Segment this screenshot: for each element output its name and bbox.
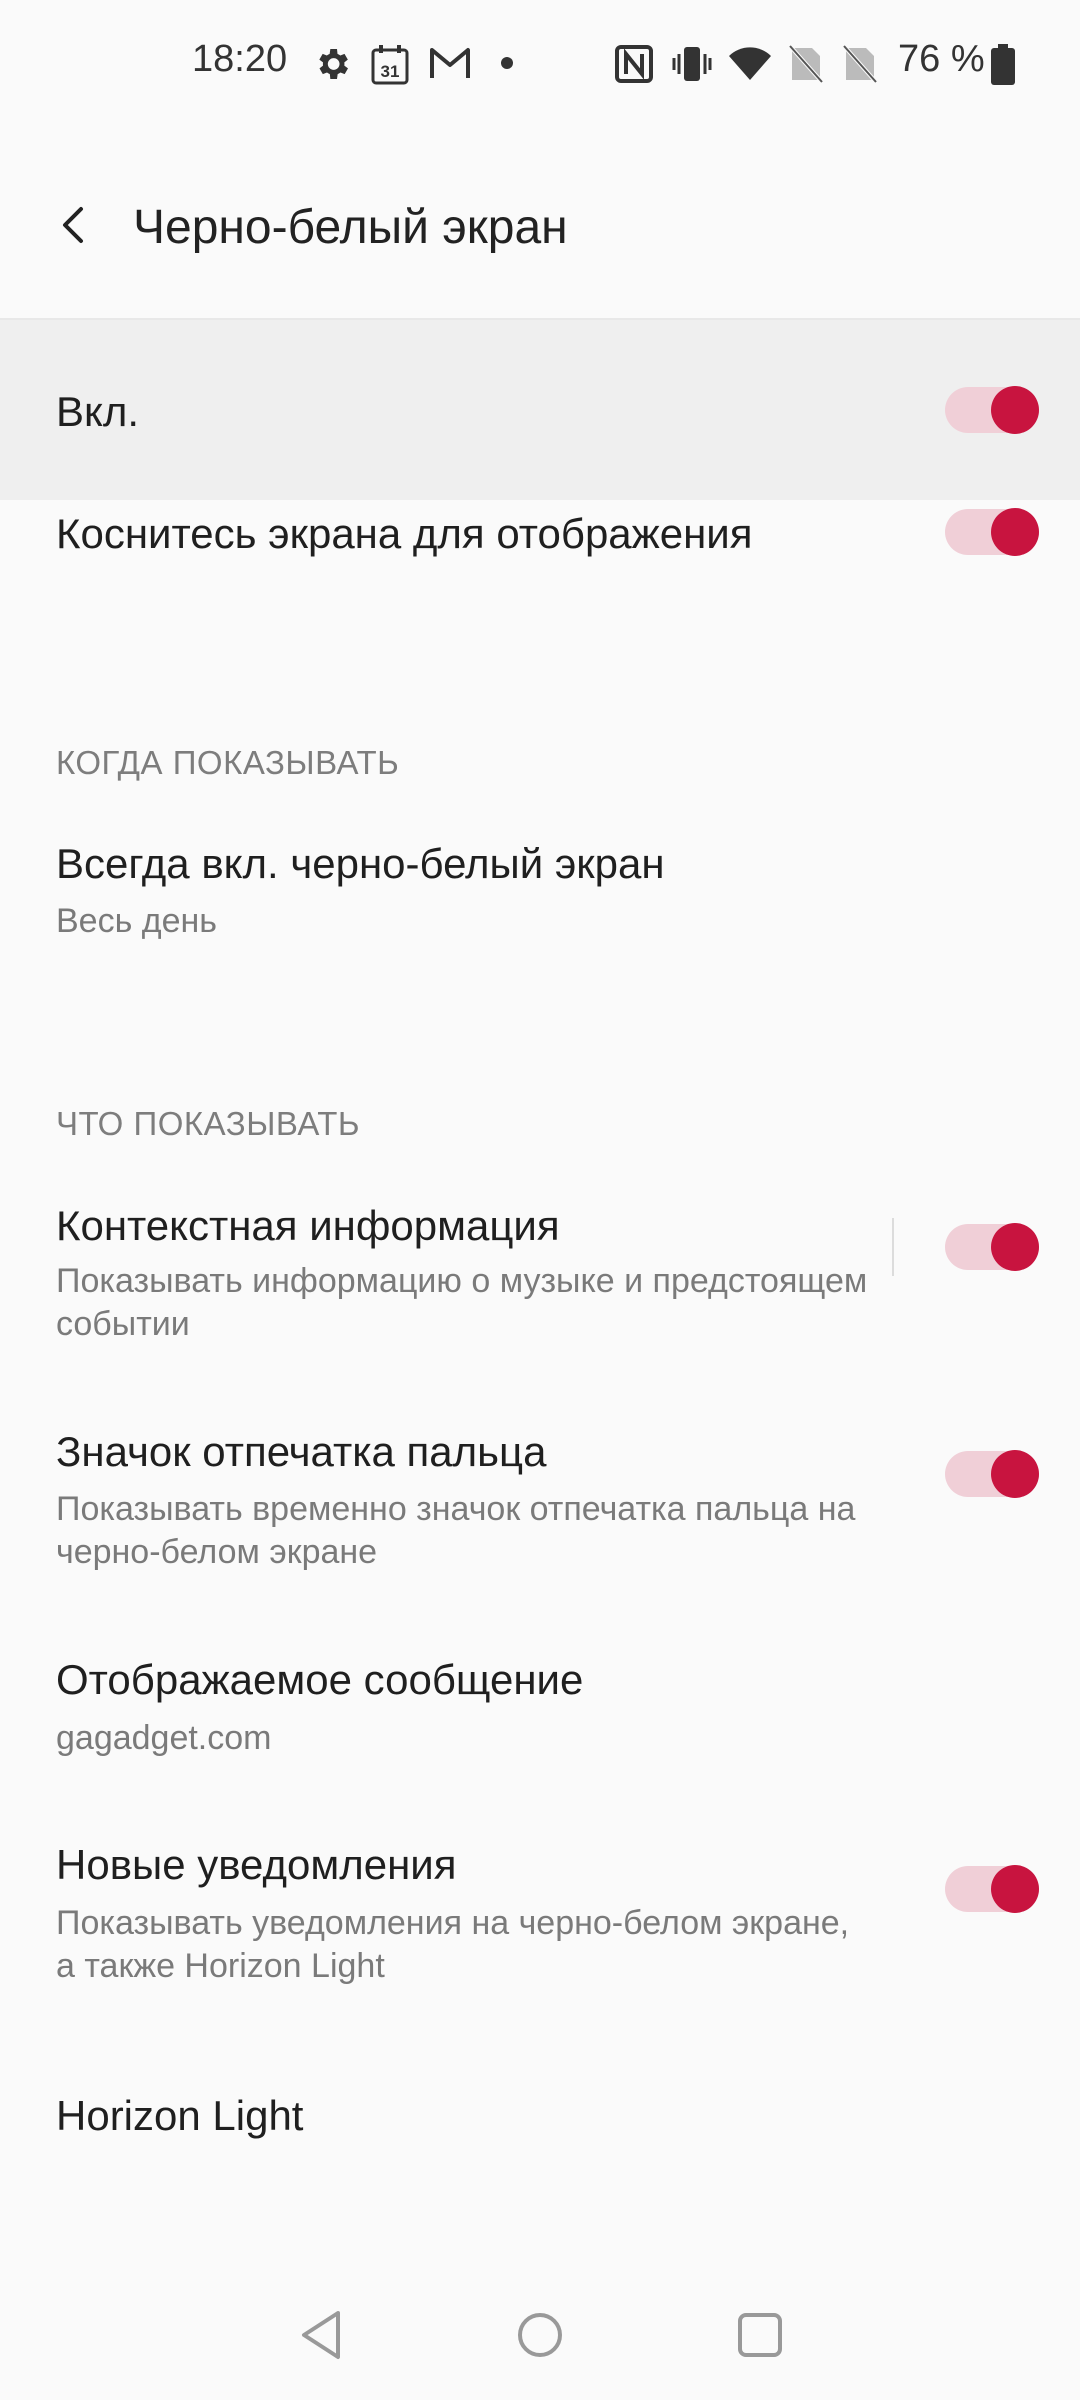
- setting-horizon-light-label: Horizon Light: [56, 2092, 304, 2139]
- status-bar: 18:20 31 76 %: [0, 0, 1080, 130]
- setting-on-toggle[interactable]: [945, 386, 1041, 434]
- setting-fingerprint-summary: Показывать временно значок отпечатка пал…: [56, 1490, 856, 1571]
- nav-recents-icon[interactable]: [720, 2270, 800, 2400]
- setting-fingerprint-row[interactable]: Значок отпечатка пальца Показывать време…: [0, 1410, 1080, 1590]
- setting-message-row[interactable]: Отображаемое сообщение gagadget.com: [0, 1640, 1080, 1790]
- nav-back-icon[interactable]: [282, 2270, 362, 2400]
- setting-always-on-row[interactable]: Всегда вкл. черно-белый экран Весь день: [0, 820, 1080, 970]
- divider: [892, 1218, 894, 1276]
- setting-fingerprint-label: Значок отпечатка пальца: [56, 1428, 547, 1475]
- nav-home-icon[interactable]: [500, 2270, 580, 2400]
- setting-message-summary: gagadget.com: [56, 1719, 272, 1757]
- setting-context-info-label: Контекстная информация: [56, 1202, 560, 1249]
- page-title: Черно-белый экран: [133, 201, 568, 254]
- back-arrow-icon[interactable]: [44, 195, 104, 255]
- gear-icon: [312, 44, 352, 89]
- section-header-what: ЧТО ПОКАЗЫВАТЬ: [56, 1105, 361, 1142]
- setting-on-row[interactable]: Вкл.: [0, 320, 1080, 500]
- toggle-thumb: [991, 1865, 1039, 1913]
- setting-tap-to-show-label: Коснитесь экрана для отображения: [56, 510, 753, 557]
- nfc-icon: [614, 44, 654, 89]
- setting-always-on-summary: Весь день: [56, 902, 217, 940]
- setting-fingerprint-toggle[interactable]: [945, 1450, 1041, 1498]
- vibrate-icon: [672, 44, 712, 89]
- no-sim-icon: [788, 44, 824, 89]
- setting-context-info-summary: Показывать информацию о музыке и предсто…: [56, 1262, 868, 1343]
- setting-notifications-row[interactable]: Новые уведомления Показывать уведомления…: [0, 1825, 1080, 2005]
- setting-tap-to-show-toggle[interactable]: [945, 508, 1041, 556]
- svg-text:31: 31: [381, 62, 400, 81]
- setting-notifications-toggle[interactable]: [945, 1865, 1041, 1913]
- setting-always-on-label: Всегда вкл. черно-белый экран: [56, 840, 665, 887]
- setting-tap-to-show-row[interactable]: Коснитесь экрана для отображения: [0, 500, 1080, 590]
- battery-icon: [990, 44, 1016, 91]
- setting-context-info-toggle[interactable]: [945, 1223, 1041, 1271]
- setting-on-label: Вкл.: [56, 388, 140, 435]
- section-header-when: КОГДА ПОКАЗЫВАТЬ: [56, 744, 400, 781]
- wifi-icon: [728, 44, 772, 89]
- setting-message-label: Отображаемое сообщение: [56, 1656, 584, 1703]
- battery-percent: 76 %: [898, 38, 985, 80]
- dot-icon: [500, 56, 514, 75]
- toggle-thumb: [991, 508, 1039, 556]
- toggle-thumb: [991, 386, 1039, 434]
- app-bar: Черно-белый экран: [0, 130, 1080, 320]
- gmail-icon: [428, 44, 472, 85]
- setting-context-info-row[interactable]: Контекстная информация Показывать информ…: [0, 1180, 1080, 1360]
- navigation-bar: [0, 2270, 1080, 2400]
- setting-horizon-light-row[interactable]: Horizon Light: [0, 2060, 1080, 2180]
- toggle-thumb: [991, 1223, 1039, 1271]
- no-sim-icon: [842, 44, 878, 89]
- status-time: 18:20: [192, 38, 288, 80]
- setting-notifications-summary: Показывать уведомления на черно-белом эк…: [56, 1904, 850, 1985]
- toggle-thumb: [991, 1450, 1039, 1498]
- calendar-icon: 31: [370, 44, 410, 91]
- setting-notifications-label: Новые уведомления: [56, 1841, 457, 1888]
